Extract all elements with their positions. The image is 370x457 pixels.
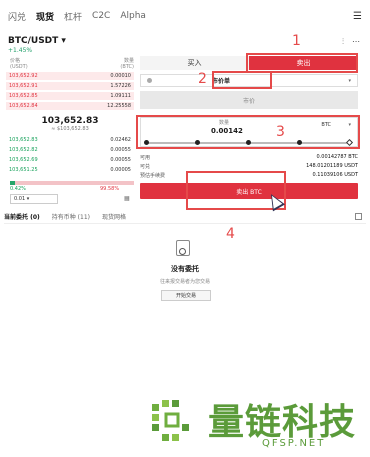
ask-price: 103,652.92 [9,73,38,79]
fee-value: 0.11039106 USDT [312,172,358,178]
buy-sell-ratio-bar [10,181,134,185]
sell-ratio-label: 99.58% [100,186,120,192]
bid-qty: 0.00055 [110,147,131,153]
logo-square [162,434,169,441]
market-price-field: 市价 [140,91,358,109]
bid-row[interactable]: 103,652.82 0.00055 [6,146,134,154]
bid-price: 103,651.25 [9,167,38,173]
logo-square [152,414,159,421]
ask-price: 103,652.85 [9,93,38,99]
hamburger-icon[interactable]: ☰ [353,11,362,22]
ask-qty: 1.09111 [110,93,131,99]
depth-select[interactable]: 0.01 ▾ [10,194,58,204]
tab-spot[interactable]: 现货 [36,10,54,23]
buy-tab[interactable]: 买入 [140,56,249,70]
buy-ratio-label: 0.42% [10,186,26,192]
bid-row[interactable]: 103,652.83 0.02462 [6,136,134,144]
ask-qty: 1.57226 [110,83,131,89]
bid-price: 103,652.82 [9,147,38,153]
ask-price: 103,652.91 [9,83,38,89]
buy-ratio-fill [10,181,15,185]
tab-alpha[interactable]: Alpha [120,11,146,21]
orderbook-header: 价格 (USDT) 数量 (BTC) [10,58,134,70]
price-change: +1.45% [8,47,33,54]
proceeds-value: 148.01201189 USDT [306,163,358,169]
tab-c2c[interactable]: C2C [92,11,110,21]
qty-col-header: 数量 (BTC) [120,58,134,70]
annotation-box-3 [136,115,360,149]
info-dot-icon [147,78,152,83]
empty-title: 没有委托 [171,265,199,273]
annotation-box-1 [246,53,358,73]
pair-selector[interactable]: BTC/USDT ▾ [8,36,66,46]
bid-qty: 0.00055 [110,157,131,163]
available-row: 可用 0.00142787 BTC [140,154,358,161]
last-price: 103,652.83 [41,116,99,126]
annotation-number-4: 4 [226,226,235,242]
annotation-number-3: 3 [276,124,285,140]
logo-square [172,434,179,441]
tab-margin[interactable]: 杠杆 [64,10,82,23]
proceeds-row: 可兑 148.01201189 USDT [140,163,358,170]
available-value: 0.00142787 BTC [316,154,359,160]
annotation-box-2 [212,71,272,89]
logo-square [182,424,189,431]
last-price-fiat: ≈ $103,652.83 [51,126,89,132]
logo-square [152,404,159,411]
logo-center [164,412,180,428]
pair-toolbar: ⫶ ⋯ [342,37,360,47]
grid-icon[interactable]: ▦ [124,195,130,202]
ask-row[interactable]: 103,652.91 1.57226 [6,82,134,90]
ask-qty: 12.25558 [107,103,131,109]
chevron-down-icon: ▾ [348,77,351,84]
bid-row[interactable]: 103,652.69 0.00055 [6,156,134,164]
logo-square [172,400,179,407]
logo-square [162,400,169,407]
available-label: 可用 [140,155,151,161]
bid-qty: 0.02462 [110,137,131,143]
ask-row[interactable]: 103,652.85 1.09111 [6,92,134,100]
annotation-number-2: 2 [198,71,207,87]
ask-row[interactable]: 103,652.84 12.25558 [6,102,134,110]
proceeds-label: 可兑 [140,164,151,170]
edit-icon[interactable] [355,213,362,220]
top-nav: 闪兑 现货 杠杆 C2C Alpha ☰ [0,0,370,32]
ask-row[interactable]: 103,652.92 0.00010 [6,72,134,80]
annotation-number-1: 1 [292,33,301,49]
ask-qty: 0.00010 [110,73,131,79]
chart-icon[interactable]: ⫶ [342,37,344,47]
bid-qty: 0.00005 [110,167,131,173]
logo-square [152,424,159,431]
start-trading-button[interactable]: 开始交易 [161,290,211,301]
bid-price: 103,652.69 [9,157,38,163]
tab-spot-grid[interactable]: 现货网格 [102,212,126,221]
price-header-unit: (USDT) [10,64,28,70]
bid-price: 103,652.83 [9,137,38,143]
tab-swap[interactable]: 闪兑 [8,10,26,23]
tab-open-orders[interactable]: 当前委托 (0) [4,212,40,221]
fee-label: 预估手续费 [140,173,166,179]
qty-header-unit: (BTC) [120,64,134,70]
watermark-logo [152,400,189,441]
ask-price: 103,652.84 [9,103,38,109]
orders-tabs: 当前委托 (0) 持有币种 (11) 现货网格 [4,210,366,224]
price-col-header: 价格 (USDT) [10,58,28,70]
empty-subtitle: 往来报交易者为您交易 [159,279,210,285]
watermark-text-en: QFSP.NET [262,438,326,449]
bid-row[interactable]: 103,651.25 0.00005 [6,166,134,174]
tab-holdings[interactable]: 持有币种 (11) [52,212,90,221]
more-icon[interactable]: ⋯ [352,37,360,47]
empty-document-icon [176,240,190,256]
